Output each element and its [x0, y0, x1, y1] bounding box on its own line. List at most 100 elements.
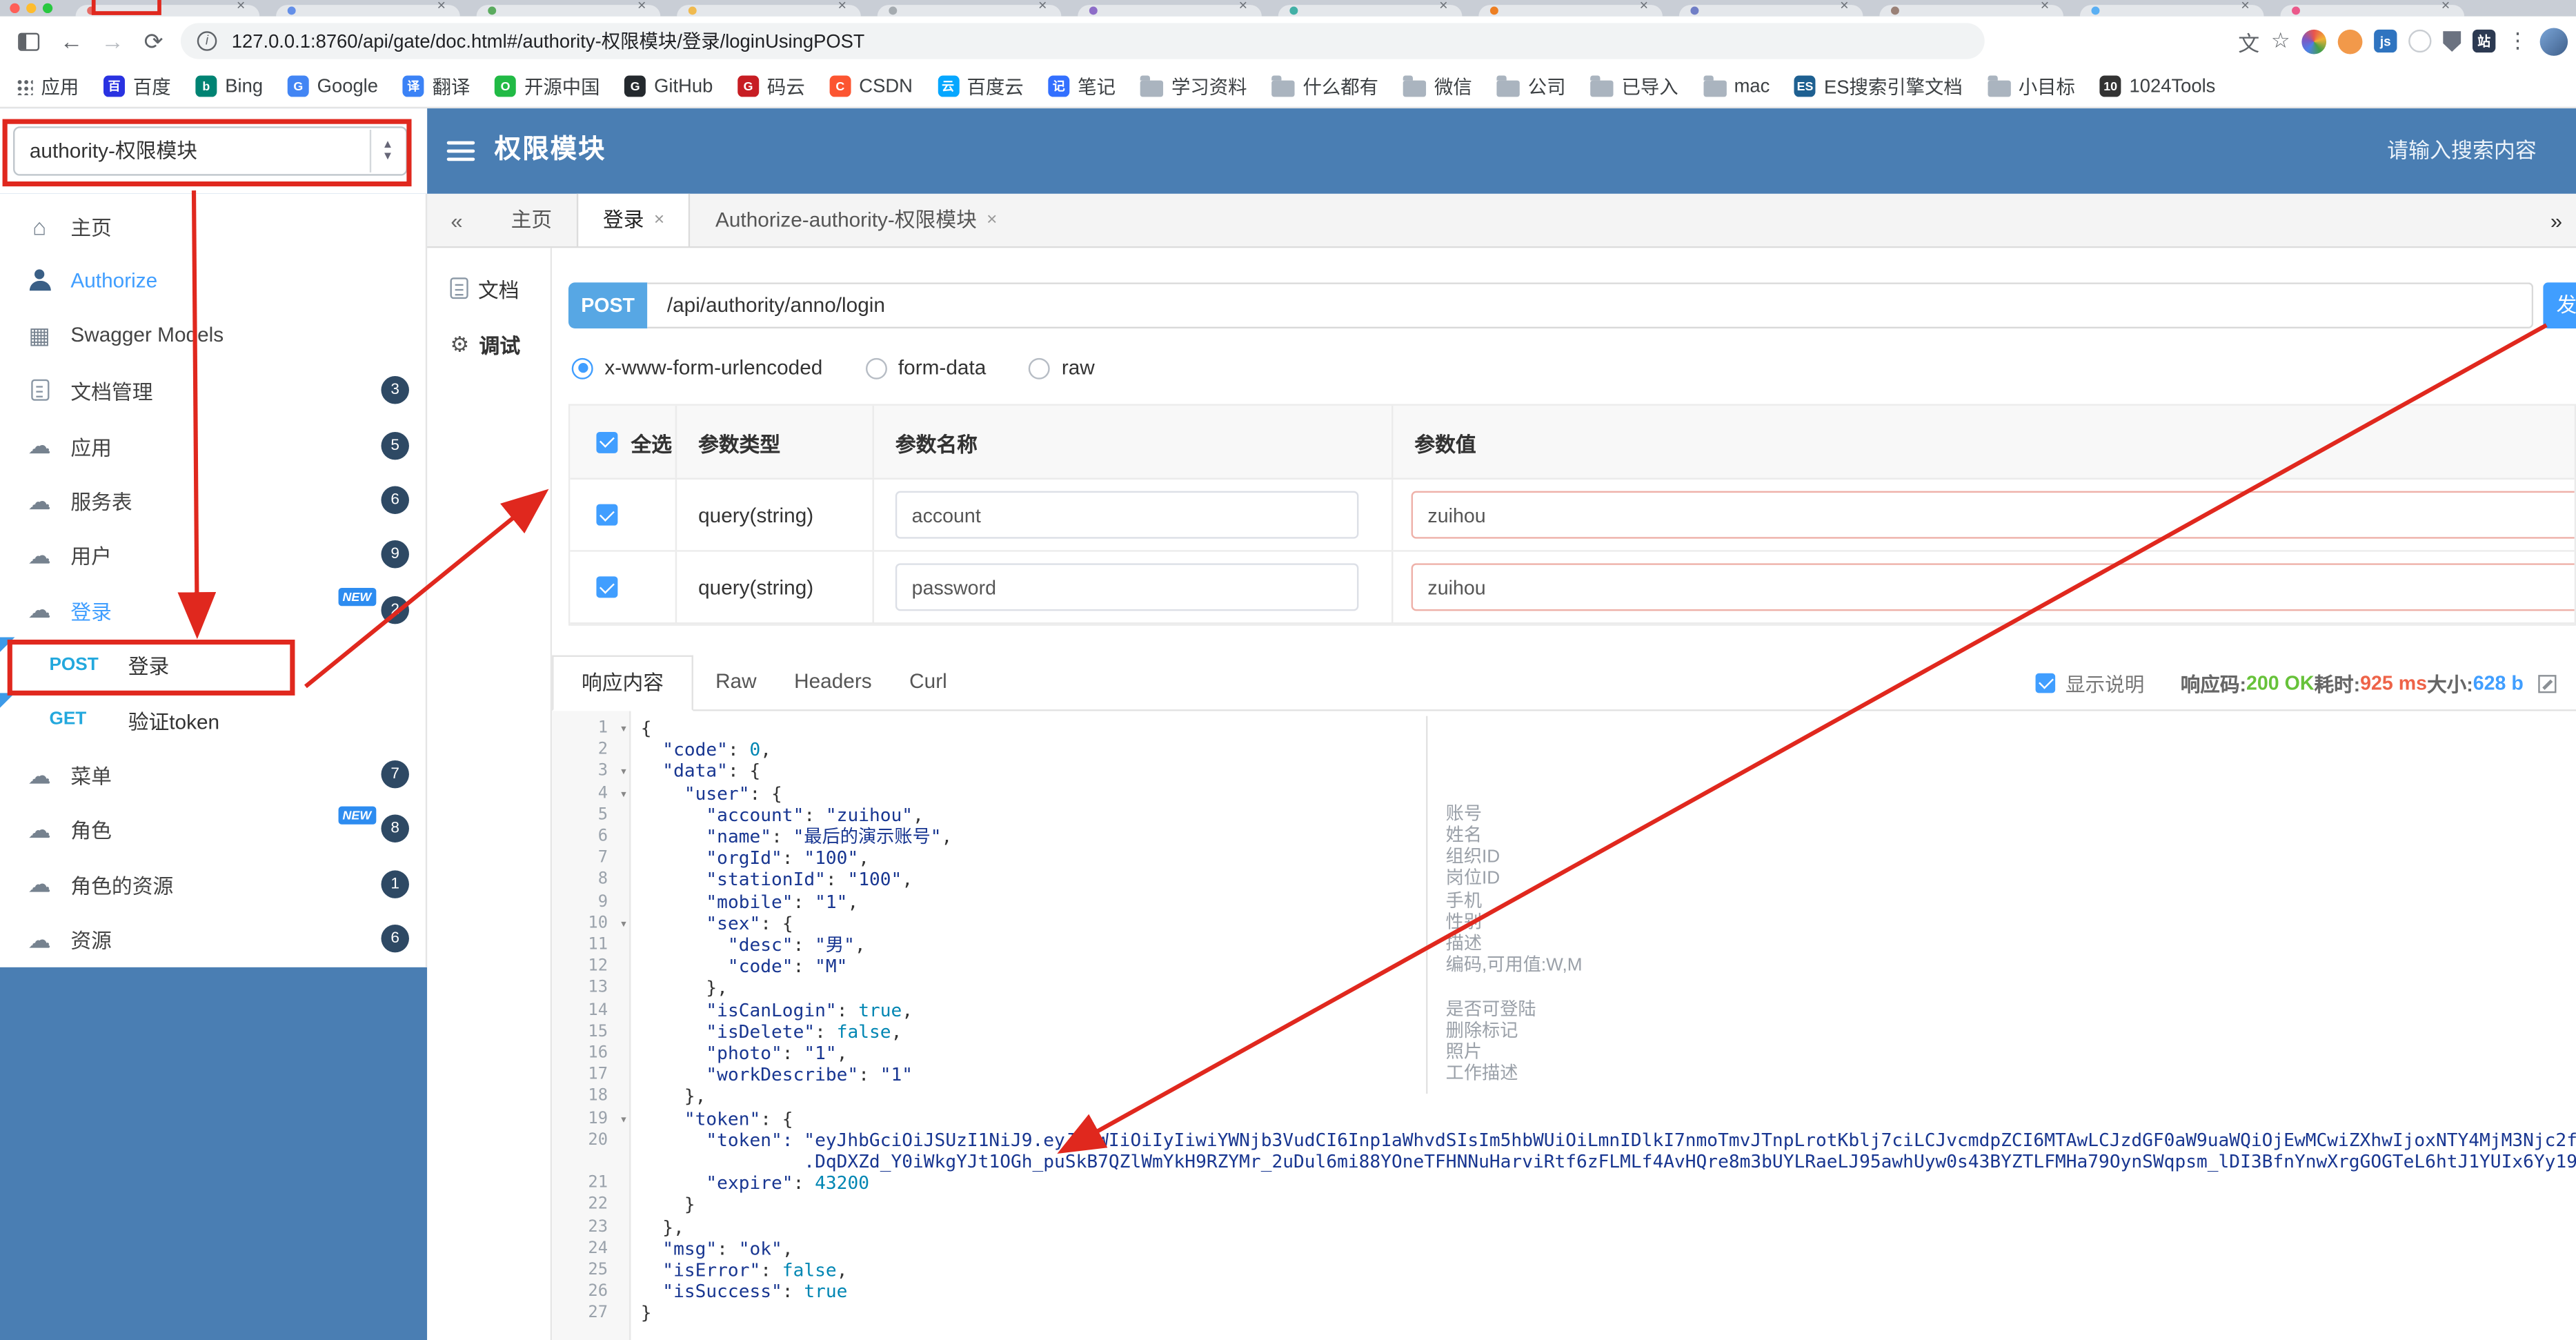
bookmark-item[interactable]: 云百度云: [937, 73, 1024, 99]
bookmark-item[interactable]: C CSDN: [829, 75, 913, 97]
bookmark-item[interactable]: 记笔记: [1048, 73, 1116, 99]
menu-icon[interactable]: [446, 141, 475, 166]
extension-icon[interactable]: [2337, 28, 2363, 54]
sidebar-items: ⌂ 主页 Authorize ▦ Swagger Models 文档管理 3 ☁ 应用 5 ☁ 服务表…: [0, 193, 428, 967]
tab-headers[interactable]: Headers: [779, 656, 887, 711]
line-number: 5: [597, 806, 608, 825]
fold-icon[interactable]: ▾: [620, 761, 627, 782]
sidebar-item-3[interactable]: 文档管理 3: [0, 363, 427, 417]
side-panel-icon[interactable]: [18, 32, 40, 50]
tab-curl[interactable]: Curl: [887, 656, 969, 711]
param-value-input[interactable]: [1411, 563, 2575, 611]
tab-response-content[interactable]: 响应内容: [552, 655, 693, 711]
radio-raw[interactable]: raw: [1029, 356, 1095, 380]
close-icon[interactable]: ×: [654, 194, 664, 246]
bookmark-item[interactable]: mac: [1703, 75, 1770, 97]
param-name-input[interactable]: [895, 491, 1359, 539]
back-icon[interactable]: ←: [51, 28, 92, 54]
line-number: 1 ▾: [552, 718, 631, 739]
zhan-extension-icon[interactable]: 站: [2473, 29, 2496, 53]
chevron-left-icon[interactable]: «: [427, 194, 486, 246]
fold-icon[interactable]: ▾: [620, 913, 627, 934]
bookmark-item[interactable]: ES ES搜索引擎文档: [1794, 73, 1963, 99]
show-desc-checkbox[interactable]: [2036, 673, 2056, 693]
bookmark-item[interactable]: 百百度: [103, 73, 171, 99]
extension-icon[interactable]: [2408, 29, 2432, 53]
request-path[interactable]: /api/authority/anno/login: [647, 282, 2534, 329]
tab-login[interactable]: 登录 ×: [576, 193, 691, 247]
row-checkbox[interactable]: [596, 504, 618, 526]
sidebar-api-get[interactable]: GET 验证token: [0, 692, 427, 747]
bookmark-item[interactable]: 学习资料: [1140, 73, 1247, 99]
forward-icon[interactable]: →: [92, 28, 133, 54]
sidebar-item-1[interactable]: Authorize: [0, 253, 427, 308]
sidebar-item-2[interactable]: ▦ Swagger Models: [0, 308, 427, 363]
count-badge: 1: [381, 869, 409, 898]
sidebar-item-11[interactable]: ☁ 角色 NEW 8: [0, 802, 427, 856]
fullscreen-icon[interactable]: [2538, 673, 2557, 693]
bookmark-item[interactable]: G Google: [287, 75, 378, 97]
header-search[interactable]: 请输入搜索内容: [2387, 108, 2537, 194]
bookmark-item[interactable]: 已导入: [1590, 73, 1678, 99]
bookmark-item[interactable]: 应用: [16, 73, 79, 99]
radio-formdata[interactable]: form-data: [865, 356, 986, 380]
sidebar-item-10[interactable]: ☁ 菜单 7: [0, 747, 427, 802]
select-all-checkbox[interactable]: [596, 431, 618, 453]
window-close-icon[interactable]: [10, 3, 20, 14]
sidebar-item-6[interactable]: ☁ 用户 9: [0, 528, 427, 582]
more-icon[interactable]: ⋮: [2507, 28, 2528, 54]
profile-avatar[interactable]: [2539, 27, 2568, 55]
bookmark-item[interactable]: G GitHub: [624, 75, 713, 97]
window-maximize-icon[interactable]: [42, 3, 53, 14]
site-favicon: 云: [937, 75, 959, 97]
address-bar[interactable]: i 127.0.0.1:8760/api/gate/doc.html#/auth…: [180, 23, 1985, 59]
bookmark-item[interactable]: b Bing: [195, 75, 263, 97]
bookmark-item[interactable]: 小目标: [1987, 73, 2075, 99]
site-info-icon[interactable]: i: [197, 31, 217, 51]
bookmark-star-icon[interactable]: ☆: [2271, 28, 2290, 54]
status-label: 响应码:: [2180, 672, 2246, 696]
sidebar-item-4[interactable]: ☁ 应用 5: [0, 418, 427, 473]
bookmark-item[interactable]: 译翻译: [402, 73, 470, 99]
sidebar-api-post[interactable]: POST 登录: [0, 637, 427, 692]
fold-icon[interactable]: ▾: [620, 1108, 627, 1130]
tab-raw[interactable]: Raw: [693, 656, 779, 711]
rail-item-debug[interactable]: ⚙ 调试: [450, 328, 551, 359]
fold-icon[interactable]: ▾: [620, 718, 627, 739]
window-minimize-icon[interactable]: [26, 3, 37, 14]
radio-urlencoded[interactable]: x-www-form-urlencoded: [571, 356, 822, 380]
translate-icon[interactable]: 文: [2238, 26, 2259, 57]
bookmark-item[interactable]: G 码云: [737, 73, 805, 99]
response-editor[interactable]: 1 ▾ 2 3 ▾ 4 ▾ 5 6 7 8 9 10 ▾ 11 12 13 14 15 16 17 18 19 ▾ 20 21 22…: [552, 711, 2576, 1340]
reload-icon[interactable]: ⟳: [133, 27, 175, 55]
chevron-right-icon[interactable]: »: [2537, 194, 2576, 248]
send-button[interactable]: 发送: [2543, 282, 2576, 329]
sidebar-item-13[interactable]: ☁ 资源 6: [0, 912, 427, 966]
code-line: "isCanLogin": true,: [706, 999, 913, 1021]
bookmark-item[interactable]: 什么都有: [1271, 73, 1378, 99]
bookmark-item[interactable]: 10 1024Tools: [2099, 75, 2215, 97]
browser-tab-strip[interactable]: × × × × × × × × × × × ×: [0, 0, 2576, 17]
bookmark-item[interactable]: 微信: [1403, 73, 1472, 99]
param-name-input[interactable]: [895, 563, 1359, 611]
fold-icon[interactable]: ▾: [620, 782, 627, 804]
sidebar-item-12[interactable]: ☁ 角色的资源 1: [0, 857, 427, 912]
sidebar-item-label: 用户: [70, 546, 112, 569]
shield-extension-icon[interactable]: [2443, 30, 2461, 52]
param-value-input[interactable]: [1411, 491, 2575, 539]
sidebar-item-7[interactable]: ☁ 登录 NEW 2: [0, 582, 427, 637]
line-number: 24: [588, 1239, 608, 1258]
rail-item-doc[interactable]: 文档: [450, 273, 551, 304]
module-select[interactable]: authority-权限模块 ▲ ▼: [13, 126, 408, 176]
tab-home[interactable]: 主页: [486, 194, 577, 246]
bookmark-item[interactable]: O 开源中国: [495, 73, 600, 99]
close-icon[interactable]: ×: [987, 194, 997, 246]
url-text[interactable]: 127.0.0.1:8760/api/gate/doc.html#/author…: [232, 28, 865, 54]
sidebar-item-0[interactable]: ⌂ 主页: [0, 199, 427, 253]
sidebar-item-5[interactable]: ☁ 服务表 6: [0, 473, 427, 527]
tab-authorize[interactable]: Authorize-authority-权限模块 ×: [691, 194, 1022, 246]
extension-pinwheel-icon[interactable]: [2301, 28, 2327, 54]
js-extension-icon[interactable]: js: [2374, 29, 2397, 53]
bookmark-item[interactable]: 公司: [1496, 73, 1566, 99]
row-checkbox[interactable]: [596, 576, 618, 598]
